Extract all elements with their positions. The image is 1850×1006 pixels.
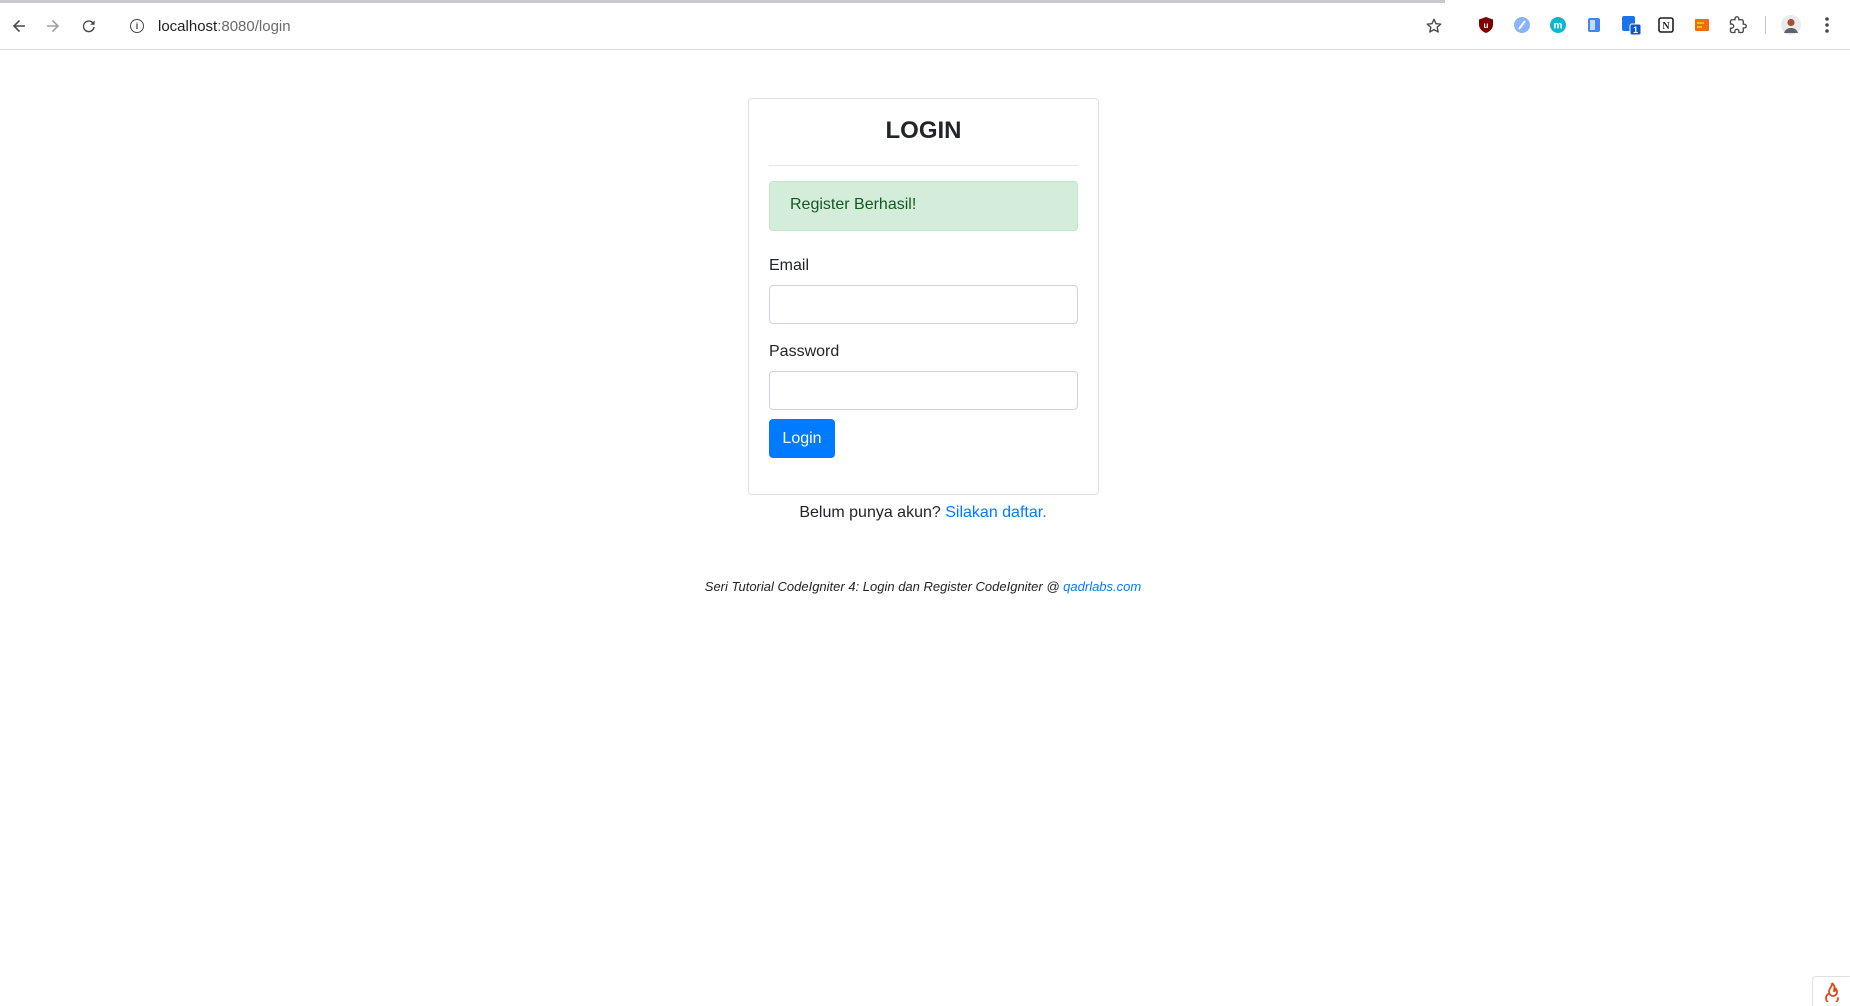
- register-link[interactable]: Silakan daftar.: [945, 504, 1046, 521]
- login-button[interactable]: Login: [769, 419, 835, 458]
- register-prompt-text: Belum punya akun?: [799, 504, 941, 521]
- arrow-right-icon: [47, 19, 60, 33]
- svg-text:u: u: [1484, 21, 1489, 30]
- tab-strip-edge: [0, 0, 1445, 3]
- password-field[interactable]: [769, 371, 1078, 410]
- page-title: LOGIN: [885, 117, 962, 144]
- puzzle-icon[interactable]: [1727, 14, 1749, 36]
- reload-button[interactable]: [74, 11, 104, 41]
- arrow-left-icon: [12, 19, 25, 33]
- footer-text: Seri Tutorial CodeIgniter 4: Login dan R…: [704, 579, 1060, 594]
- address-bar[interactable]: i localhost:8080/login: [118, 9, 1456, 43]
- info-icon: i: [130, 19, 144, 33]
- flame-icon: [1824, 981, 1839, 1002]
- document-extension-icon[interactable]: [1583, 14, 1605, 36]
- feather-extension-icon[interactable]: [1511, 14, 1533, 36]
- menu-kebab-icon[interactable]: [1816, 14, 1838, 36]
- svg-text:m: m: [1554, 21, 1563, 32]
- title-divider: [769, 165, 1078, 166]
- ublock-icon[interactable]: u: [1475, 14, 1497, 36]
- email-label: Email: [769, 257, 810, 274]
- badge-extension-icon[interactable]: 1: [1620, 14, 1642, 36]
- login-card: LOGIN Register Berhasil! Email Password …: [748, 98, 1099, 495]
- page-content: LOGIN Register Berhasil! Email Password …: [0, 51, 1850, 1006]
- url-path: :8080/login: [217, 17, 291, 35]
- orange-extension-icon[interactable]: [1691, 14, 1713, 36]
- footer-link[interactable]: qadrlabs.com: [1063, 579, 1141, 594]
- site-info-button[interactable]: i: [122, 11, 152, 41]
- footer: Seri Tutorial CodeIgniter 4: Login dan R…: [0, 579, 1846, 594]
- bookmark-star-button[interactable]: [1420, 12, 1448, 40]
- avatar[interactable]: [1780, 14, 1802, 36]
- m-extension-icon[interactable]: m: [1547, 14, 1569, 36]
- reload-icon: [82, 20, 95, 33]
- notion-extension-icon[interactable]: N: [1655, 14, 1677, 36]
- codeigniter-debug-toolbar-button[interactable]: [1812, 976, 1850, 1006]
- forward-button[interactable]: [38, 11, 68, 41]
- svg-text:N: N: [1662, 21, 1670, 32]
- password-label: Password: [769, 343, 840, 360]
- url-host: localhost: [158, 17, 218, 35]
- browser-toolbar: i localhost:8080/login u m 1 N: [0, 0, 1850, 50]
- svg-text:1: 1: [1633, 25, 1638, 35]
- success-alert: Register Berhasil!: [769, 181, 1078, 231]
- back-button[interactable]: [4, 11, 34, 41]
- url-text[interactable]: localhost:8080/login: [158, 18, 291, 35]
- toolbar-divider: [1765, 16, 1766, 34]
- register-prompt: Belum punya akun? Silakan daftar.: [0, 504, 1846, 522]
- star-icon: [1426, 18, 1442, 33]
- email-field[interactable]: [769, 285, 1078, 324]
